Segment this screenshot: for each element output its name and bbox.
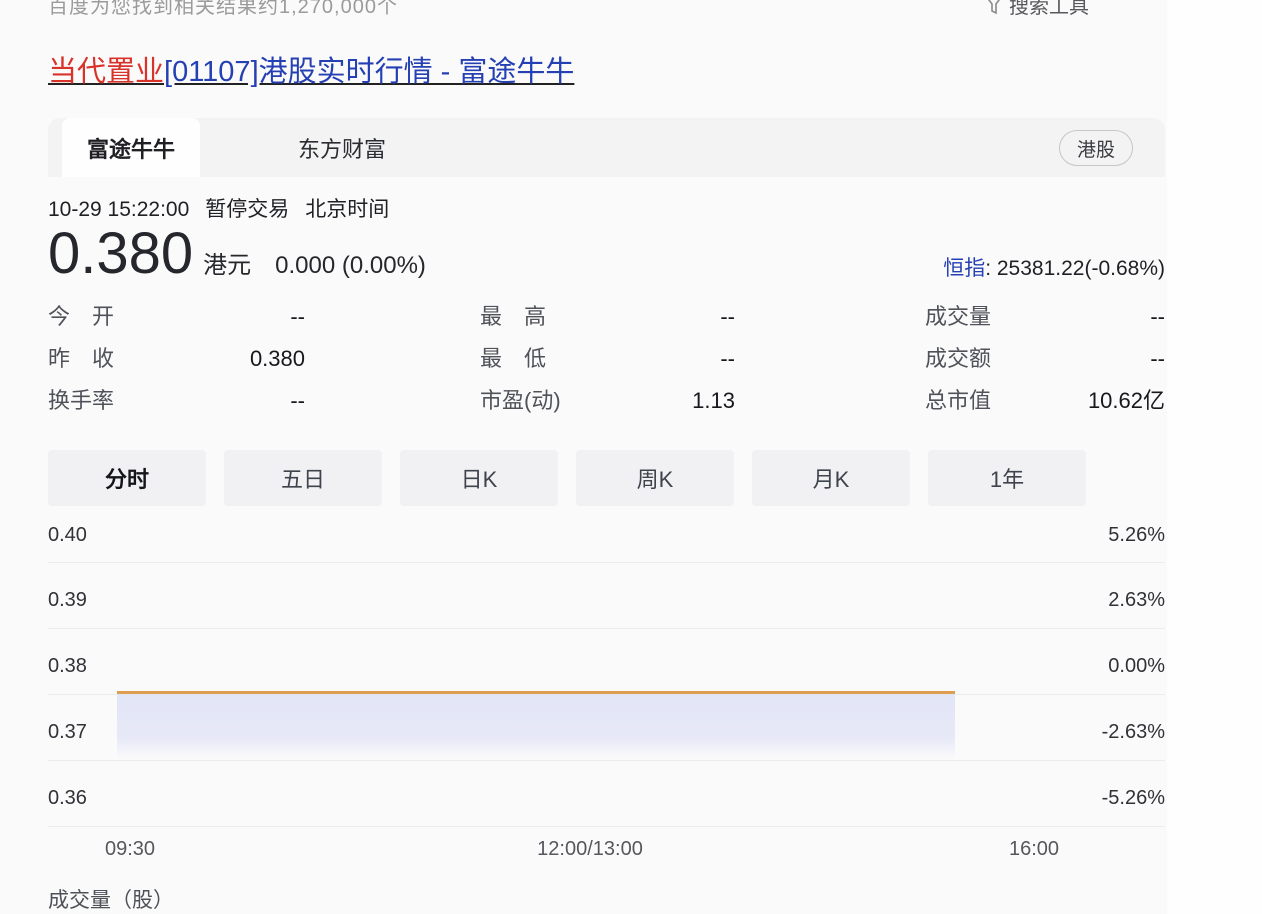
y-axis-price-tick: 0.39: [48, 589, 118, 612]
stat-label: 今 开: [48, 296, 114, 338]
period-tab-monthly-k[interactable]: 月K: [752, 450, 910, 506]
hang-seng-index-link[interactable]: 恒指: [943, 257, 985, 280]
x-axis-tick-close: 16:00: [994, 838, 1074, 861]
stat-label: 最 高: [480, 296, 546, 338]
y-axis-price-tick: 0.40: [48, 524, 118, 547]
stat-row-low: 最 低 --: [480, 338, 735, 380]
quote-status: 暂停交易: [205, 198, 289, 221]
gridline: [48, 760, 1165, 761]
stat-label: 昨 收: [48, 338, 114, 380]
chart-period-tabs: 分时 五日 日K 周K 月K 1年: [48, 450, 1086, 506]
y-axis-percent-tick: 5.26%: [1108, 524, 1165, 547]
result-title-highlight: 当代置业: [48, 56, 164, 88]
stat-value: --: [720, 296, 735, 338]
stat-row-high: 最 高 --: [480, 296, 735, 338]
volume-section-label: 成交量（股）: [48, 884, 174, 914]
stat-row-open: 今 开 --: [48, 296, 305, 338]
hang-seng-index-row: 恒指: 25381.22(-0.68%): [943, 252, 1165, 282]
quote-source-tabbar: 富途牛牛 东方财富 港股: [48, 118, 1165, 177]
stat-label: 市盈(动): [480, 380, 561, 422]
tab-futu-niuniu[interactable]: 富途牛牛: [62, 118, 200, 177]
period-tab-5day[interactable]: 五日: [224, 450, 382, 506]
stat-value: 1.13: [692, 380, 735, 422]
results-header: 百度为您找到相关结果约1,270,000个 搜索工具: [0, 0, 1262, 20]
gridline: [48, 628, 1165, 629]
price-currency: 港元: [203, 245, 251, 280]
gridline: [48, 826, 1165, 827]
price-line: [117, 691, 955, 694]
tab-eastmoney[interactable]: 东方财富: [298, 118, 386, 177]
y-axis-price-tick: 0.37: [48, 721, 118, 744]
period-tab-intraday[interactable]: 分时: [48, 450, 206, 506]
quote-time-row: 10-29 15:22:00 暂停交易北京时间: [48, 193, 405, 223]
stat-value: --: [1150, 296, 1165, 338]
result-title-link[interactable]: 当代置业[01107]港股实时行情 - 富途牛牛: [48, 48, 574, 90]
stats-column-2: 最 高 -- 最 低 -- 市盈(动) 1.13: [480, 296, 735, 422]
stat-value: 0.380: [250, 338, 305, 380]
x-axis-tick-midday: 12:00/13:00: [520, 838, 660, 861]
stat-label: 成交量: [925, 296, 991, 338]
stat-label: 总市值: [925, 380, 991, 422]
stat-row-prev-close: 昨 收 0.380: [48, 338, 305, 380]
stat-row-market-cap: 总市值 10.62亿: [925, 380, 1165, 422]
x-axis-tick-open: 09:30: [105, 838, 155, 861]
price-row: 0.380 港元 0.000 (0.00%): [48, 222, 426, 286]
stat-row-turnover-rate: 换手率 --: [48, 380, 305, 422]
quote-datetime: 10-29 15:22:00: [48, 198, 189, 221]
stat-value: 10.62亿: [1088, 380, 1165, 422]
stat-value: --: [290, 380, 305, 422]
stat-label: 换手率: [48, 380, 114, 422]
price-change: 0.000 (0.00%): [275, 252, 426, 280]
period-tab-daily-k[interactable]: 日K: [400, 450, 558, 506]
hang-seng-index-value: : 25381.22(-0.68%): [985, 257, 1165, 280]
stat-value: --: [720, 338, 735, 380]
gridline: [48, 562, 1165, 563]
intraday-chart[interactable]: 0.40 0.39 0.38 0.37 0.36 5.26% 2.63% 0.0…: [0, 515, 1262, 865]
period-tab-weekly-k[interactable]: 周K: [576, 450, 734, 506]
price-area-fill: [117, 694, 955, 758]
stat-row-pe-ratio: 市盈(动) 1.13: [480, 380, 735, 422]
y-axis-percent-tick: -2.63%: [1102, 721, 1165, 744]
stats-column-3: 成交量 -- 成交额 -- 总市值 10.62亿: [925, 296, 1165, 422]
stat-row-amount: 成交额 --: [925, 338, 1165, 380]
stat-label: 成交额: [925, 338, 991, 380]
y-axis-percent-tick: -5.26%: [1102, 787, 1165, 810]
period-tab-1year[interactable]: 1年: [928, 450, 1086, 506]
y-axis-percent-tick: 0.00%: [1108, 655, 1165, 678]
stat-value: --: [290, 296, 305, 338]
filter-funnel-icon: [985, 0, 1003, 15]
y-axis-price-tick: 0.38: [48, 655, 118, 678]
stat-value: --: [1150, 338, 1165, 380]
stat-label: 最 低: [480, 338, 546, 380]
results-summary: 百度为您找到相关结果约1,270,000个: [48, 0, 398, 19]
current-price: 0.380: [48, 222, 193, 286]
search-tools-button[interactable]: 搜索工具: [985, 0, 1089, 19]
search-tools-label: 搜索工具: [1009, 0, 1089, 19]
y-axis-price-tick: 0.36: [48, 787, 118, 810]
baidu-search-result-page: 百度为您找到相关结果约1,270,000个 搜索工具 当代置业[01107]港股…: [0, 0, 1262, 914]
market-badge: 港股: [1059, 130, 1133, 166]
y-axis-percent-tick: 2.63%: [1108, 589, 1165, 612]
stats-column-1: 今 开 -- 昨 收 0.380 换手率 --: [48, 296, 305, 422]
stat-row-volume: 成交量 --: [925, 296, 1165, 338]
quote-timezone: 北京时间: [305, 198, 389, 221]
result-title-rest: [01107]港股实时行情 - 富途牛牛: [164, 56, 574, 88]
